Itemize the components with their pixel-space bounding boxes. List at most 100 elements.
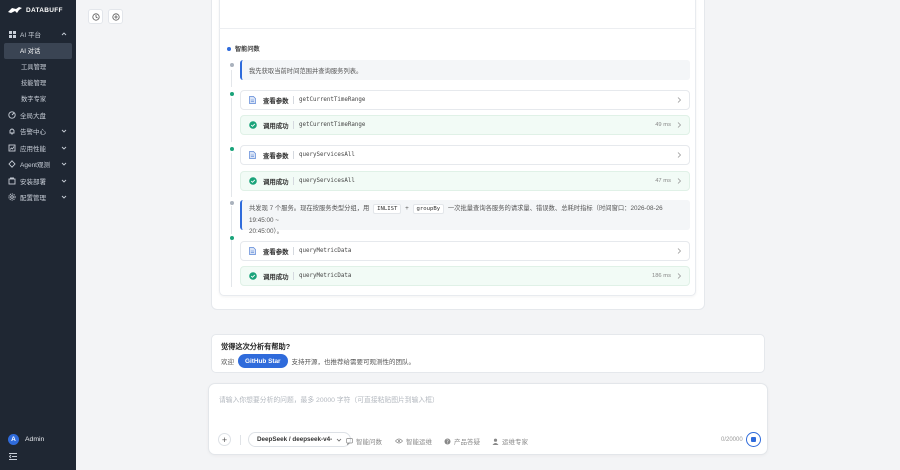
- stop-icon: [751, 437, 756, 442]
- tool-function-name: queryMetricData: [299, 248, 352, 254]
- divider: [293, 96, 294, 104]
- sidebar: DATABUFF AI 平台 AI 对话 工具管理 技能管理 数字专家 全局大盘…: [0, 0, 76, 470]
- chevron-right-icon: [677, 152, 682, 158]
- tool-call-label: 查看参数: [263, 152, 289, 160]
- chevron-down-icon: [61, 195, 67, 199]
- new-chat-button[interactable]: [108, 9, 123, 24]
- tool-call-params[interactable]: 查看参数 queryMetricData: [240, 241, 690, 261]
- inline-code: groupBy: [412, 204, 445, 214]
- sidebar-nav: AI 平台 AI 对话 工具管理 技能管理 数字专家 全局大盘 告警中心 应用性…: [0, 26, 76, 206]
- tool-call-params[interactable]: 查看参数 getCurrentTimeRange: [240, 90, 690, 110]
- duration-label: 186 ms: [651, 273, 671, 279]
- agent-icon: [8, 160, 16, 169]
- document-icon: [248, 96, 257, 105]
- chat-composer: 请输入你想要分析的问题，最多 20000 字符（可直接粘贴图片到输入框） + D…: [208, 383, 768, 455]
- clock-icon: [91, 12, 100, 21]
- sidebar-item-label: 应用性能: [20, 145, 46, 153]
- timeline-line: [231, 70, 232, 87]
- chevron-down-icon: [336, 438, 342, 442]
- sidebar-item-agent[interactable]: Agent观测: [0, 156, 76, 173]
- brand-name: DATABUFF: [26, 6, 63, 14]
- avatar: A: [8, 434, 19, 445]
- sidebar-subitem-experts[interactable]: 数字专家: [0, 91, 76, 107]
- divider: [293, 247, 294, 255]
- inline-code: INLIST: [373, 204, 402, 214]
- model-select-value: DeepSeek / deepseek-v4-: [257, 436, 333, 443]
- tab-smart-ops[interactable]: 智能运维: [395, 436, 432, 446]
- tool-call-result[interactable]: 调用成功 getCurrentTimeRange 49 ms: [240, 115, 690, 135]
- tab-label: 智能问数: [356, 439, 382, 446]
- tab-label: 智能运维: [406, 439, 432, 446]
- tool-call-label: 调用成功: [263, 178, 289, 186]
- sidebar-item-apm[interactable]: 应用性能: [0, 140, 76, 157]
- feedback-prefix: 欢迎: [221, 359, 234, 366]
- history-button[interactable]: [88, 9, 103, 24]
- divider: [293, 177, 294, 185]
- timeline-dot: [229, 63, 234, 67]
- grid-icon: [8, 30, 16, 38]
- tool-function-name: getCurrentTimeRange: [299, 97, 366, 103]
- section-title-text: 智能问数: [235, 46, 260, 53]
- tab-ops-expert[interactable]: 运维专家: [492, 436, 528, 446]
- check-circle-icon: [248, 177, 257, 186]
- brand-logo[interactable]: DATABUFF: [8, 6, 63, 14]
- chat-icon: [346, 437, 353, 445]
- message-text: 20:45:00）。: [249, 228, 283, 235]
- tool-call-label: 查看参数: [263, 248, 289, 256]
- sidebar-item-label: 全局大盘: [20, 112, 46, 120]
- section-title: 智能问数: [227, 44, 260, 53]
- tool-call-result[interactable]: 调用成功 queryServicesAll 47 ms: [240, 171, 690, 191]
- tool-call-params[interactable]: 查看参数 queryServicesAll: [240, 145, 690, 165]
- chevron-right-icon: [677, 248, 682, 254]
- sidebar-item-settings[interactable]: 配置管理: [0, 189, 76, 206]
- sidebar-item-ai-platform[interactable]: AI 平台: [0, 26, 76, 43]
- stop-button[interactable]: [746, 432, 761, 447]
- feedback-card: 觉得这次分析有帮助? 欢迎 GitHub Star 支持开源，也推荐给需要可观测…: [211, 334, 765, 373]
- document-icon: [248, 247, 257, 256]
- settings-icon: [8, 193, 16, 201]
- check-circle-icon: [248, 272, 257, 281]
- tool-call-label: 调用成功: [263, 273, 289, 281]
- plus-circle-icon: [111, 12, 120, 21]
- attach-button[interactable]: +: [218, 433, 231, 446]
- duration-label: 49 ms: [655, 122, 671, 128]
- dashboard-icon: [8, 111, 16, 119]
- github-star-button[interactable]: GitHub Star: [238, 354, 288, 368]
- timeline-line: [231, 206, 232, 234]
- tool-function-name: queryMetricData: [299, 273, 352, 279]
- timeline-dot: [229, 201, 234, 205]
- sidebar-item-alerts[interactable]: 告警中心: [0, 123, 76, 140]
- document-icon: [248, 151, 257, 160]
- collapse-sidebar-icon[interactable]: [9, 453, 17, 460]
- chart-icon: [8, 144, 16, 152]
- tool-function-name: queryServicesAll: [299, 152, 355, 158]
- model-select[interactable]: DeepSeek / deepseek-v4-: [248, 432, 352, 447]
- sidebar-item-install[interactable]: 安装部署: [0, 173, 76, 190]
- tab-smart-query[interactable]: 智能问数: [346, 436, 382, 446]
- eye-icon: [395, 438, 403, 444]
- sidebar-subitem-tools[interactable]: 工具管理: [0, 59, 76, 75]
- check-circle-icon: [248, 121, 257, 130]
- char-counter: 0/20000: [721, 437, 743, 443]
- chevron-down-icon: [61, 146, 67, 150]
- tab-product-qa[interactable]: ? 产品答疑: [444, 436, 480, 446]
- tool-call-result[interactable]: 调用成功 queryMetricData 186 ms: [240, 266, 690, 286]
- sidebar-item-dashboard[interactable]: 全局大盘: [0, 107, 76, 124]
- sidebar-item-label: 安装部署: [20, 178, 46, 186]
- install-icon: [8, 177, 16, 185]
- feedback-row: 欢迎 GitHub Star 支持开源，也推荐给需要可观测性的团队。: [221, 354, 415, 368]
- sidebar-subitem-ai-chat[interactable]: AI 对话: [4, 42, 72, 59]
- sidebar-item-label: Agent观测: [20, 162, 50, 170]
- user-profile[interactable]: A Admin: [8, 434, 44, 445]
- message-input[interactable]: 请输入你想要分析的问题，最多 20000 字符（可直接粘贴图片到输入框）: [219, 394, 439, 404]
- tool-function-name: queryServicesAll: [299, 178, 355, 184]
- divider: [293, 272, 294, 280]
- timeline-dot: [229, 92, 234, 96]
- tool-call-label: 查看参数: [263, 97, 289, 105]
- chevron-right-icon: [677, 178, 682, 184]
- sidebar-item-label: 配置管理: [20, 195, 46, 203]
- cheetah-logo-icon: [8, 7, 22, 13]
- help-icon: ?: [444, 438, 451, 445]
- message-text: +: [405, 205, 409, 212]
- sidebar-subitem-skills[interactable]: 技能管理: [0, 75, 76, 91]
